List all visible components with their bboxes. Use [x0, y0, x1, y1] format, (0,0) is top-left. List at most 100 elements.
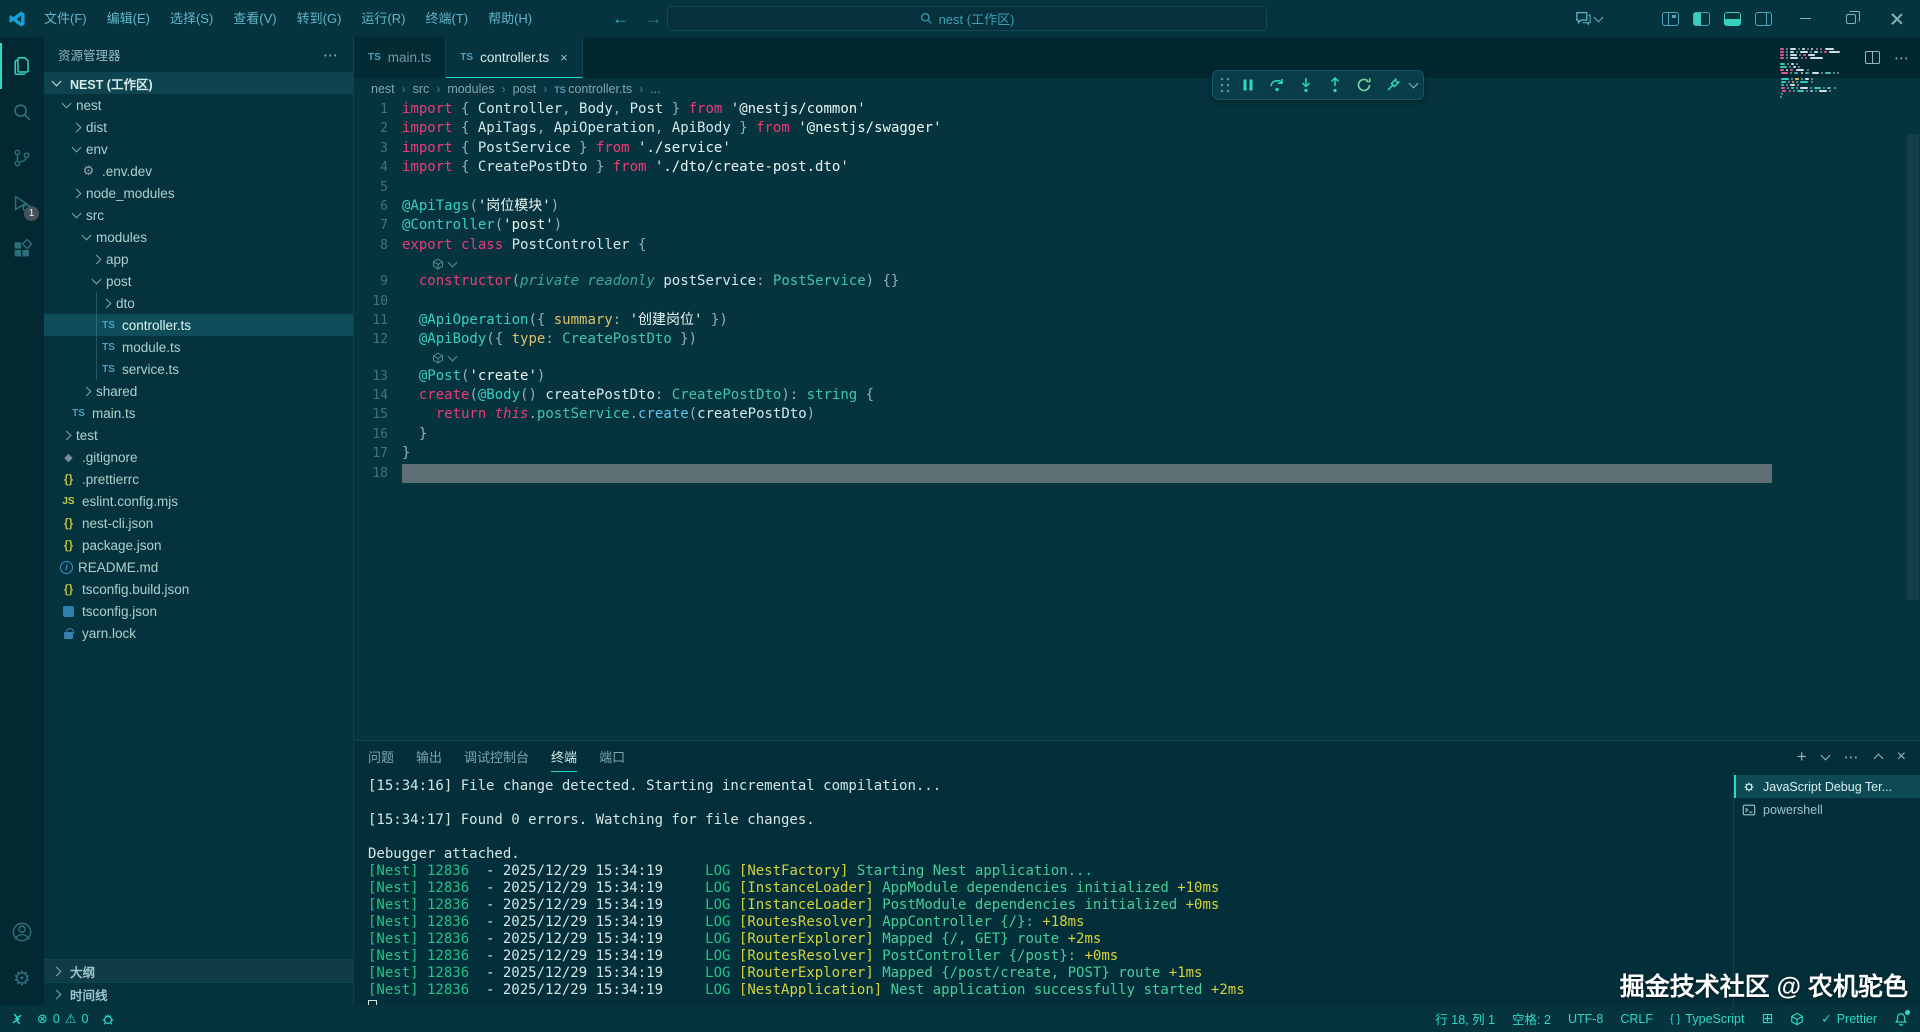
step-into-button[interactable]: [1294, 73, 1318, 97]
chevron-down-icon[interactable]: [1409, 79, 1419, 89]
source-control-icon[interactable]: [0, 135, 44, 181]
close-button[interactable]: [1874, 0, 1920, 37]
tree-item-post[interactable]: post: [44, 270, 353, 292]
menu-item-7[interactable]: 帮助(H): [478, 0, 542, 37]
search-icon[interactable]: [0, 89, 44, 135]
minimap[interactable]: [1780, 48, 1884, 102]
tree-item-src[interactable]: src: [44, 204, 353, 226]
explorer-icon[interactable]: [0, 43, 44, 89]
maximize-panel-icon[interactable]: [1873, 753, 1883, 763]
disconnect-button[interactable]: [1381, 73, 1405, 97]
copilot-chat-button[interactable]: [1575, 11, 1602, 26]
menu-item-6[interactable]: 终端(T): [415, 0, 478, 37]
workspace-section-header[interactable]: NEST (工作区): [44, 72, 353, 94]
explorer-more-actions-icon[interactable]: ⋯: [323, 46, 339, 64]
panel-tab-2[interactable]: 调试控制台: [464, 741, 529, 772]
menu-item-0[interactable]: 文件(F): [34, 0, 97, 37]
tree-item-service.ts[interactable]: TSservice.ts: [44, 358, 353, 380]
minimize-button[interactable]: [1782, 0, 1828, 37]
settings-gear-icon[interactable]: ⚙: [0, 955, 44, 1001]
customize-layout-button[interactable]: [1662, 12, 1679, 26]
menu-item-2[interactable]: 选择(S): [160, 0, 223, 37]
tree-item-modules[interactable]: modules: [44, 226, 353, 248]
debug-status-icon[interactable]: [101, 1012, 115, 1026]
restart-button[interactable]: [1352, 73, 1376, 97]
outline-section[interactable]: 大纲: [44, 959, 353, 982]
code-editor[interactable]: 1import { Controller, Body, Post } from …: [354, 100, 1920, 740]
close-tab-icon[interactable]: ×: [560, 50, 568, 65]
breadcrumb-item-5[interactable]: ...: [650, 82, 660, 96]
step-out-button[interactable]: [1323, 73, 1347, 97]
extensions-icon[interactable]: [0, 227, 44, 273]
tree-item-package.json[interactable]: {}package.json: [44, 534, 353, 556]
tree-item-dto[interactable]: dto: [44, 292, 353, 314]
remote-indicator[interactable]: [10, 1012, 24, 1026]
indentation[interactable]: 空格: 2: [1512, 1009, 1551, 1028]
tab-controller-ts[interactable]: TS controller.ts ×: [446, 37, 582, 78]
grid-status-icon[interactable]: ⊞: [1761, 1010, 1773, 1027]
tree-item-dist[interactable]: dist: [44, 116, 353, 138]
toggle-secondary-sidebar-button[interactable]: [1755, 12, 1772, 26]
notifications-bell[interactable]: [1894, 1012, 1908, 1026]
tab-main-ts[interactable]: TS main.ts: [354, 37, 446, 78]
encoding[interactable]: UTF-8: [1568, 1012, 1603, 1026]
tree-item-nest[interactable]: nest: [44, 94, 353, 116]
tree-item-.gitignore[interactable]: ◆.gitignore: [44, 446, 353, 468]
tree-item-README.md[interactable]: iREADME.md: [44, 556, 353, 578]
panel-more-actions-icon[interactable]: ⋯: [1844, 748, 1860, 766]
step-over-button[interactable]: [1265, 73, 1289, 97]
menu-item-1[interactable]: 编辑(E): [97, 0, 160, 37]
editor-more-actions-icon[interactable]: ⋯: [1894, 49, 1910, 67]
tree-item-test[interactable]: test: [44, 424, 353, 446]
breadcrumb-item-2[interactable]: modules: [447, 82, 494, 96]
new-terminal-icon[interactable]: +: [1797, 747, 1807, 767]
restore-button[interactable]: [1828, 0, 1874, 37]
breadcrumb-item-1[interactable]: src: [413, 82, 430, 96]
panel-tab-3[interactable]: 终端: [551, 741, 577, 772]
breadcrumb-item-0[interactable]: nest: [371, 82, 395, 96]
ai-inline-decoration[interactable]: [354, 350, 1920, 367]
tree-item-main.ts[interactable]: TSmain.ts: [44, 402, 353, 424]
tree-item-tsconfig.build.json[interactable]: {}tsconfig.build.json: [44, 578, 353, 600]
tree-item-eslint.config.mjs[interactable]: JSeslint.config.mjs: [44, 490, 353, 512]
cursor-position[interactable]: 行 18, 列 1: [1435, 1009, 1495, 1028]
terminal-list-item-0[interactable]: JavaScript Debug Ter...: [1734, 775, 1920, 798]
close-panel-icon[interactable]: ×: [1897, 748, 1906, 766]
menu-item-4[interactable]: 转到(G): [287, 0, 352, 37]
timeline-section[interactable]: 时间线: [44, 982, 353, 1005]
pause-button[interactable]: [1236, 73, 1260, 97]
tree-item-yarn.lock[interactable]: yarn.lock: [44, 622, 353, 644]
menu-item-3[interactable]: 查看(V): [223, 0, 286, 37]
formatter-status[interactable]: ✓ Prettier: [1821, 1011, 1877, 1026]
tree-item-controller.ts[interactable]: TScontroller.ts: [44, 314, 353, 336]
account-icon[interactable]: [0, 909, 44, 955]
tree-item-.prettierrc[interactable]: {}.prettierrc: [44, 468, 353, 490]
menu-item-5[interactable]: 运行(R): [351, 0, 415, 37]
nav-back-arrow[interactable]: ←: [612, 9, 629, 29]
nav-forward-arrow[interactable]: →: [645, 9, 662, 29]
toggle-sidebar-button[interactable]: [1693, 12, 1710, 26]
panel-tab-0[interactable]: 问题: [368, 741, 394, 772]
tree-item-tsconfig.json[interactable]: tsconfig.json: [44, 600, 353, 622]
eol-sequence[interactable]: CRLF: [1620, 1012, 1653, 1026]
terminal-view[interactable]: [15:34:16] File change detected. Startin…: [354, 772, 1920, 1005]
toggle-panel-button[interactable]: [1724, 12, 1741, 26]
tree-item-shared[interactable]: shared: [44, 380, 353, 402]
tree-item-nodemodules[interactable]: node_modules: [44, 182, 353, 204]
panel-tab-4[interactable]: 端口: [599, 741, 625, 772]
tree-item-env[interactable]: env: [44, 138, 353, 160]
problems-status[interactable]: ⊗ 0 ⚠ 0: [37, 1011, 88, 1027]
tree-item-app[interactable]: app: [44, 248, 353, 270]
tree-item-.env.dev[interactable]: ⚙.env.dev: [44, 160, 353, 182]
run-debug-icon[interactable]: 1: [0, 181, 44, 227]
tree-item-nest-cli.json[interactable]: {}nest-cli.json: [44, 512, 353, 534]
drag-handle-icon[interactable]: [1219, 76, 1231, 94]
terminal-list-item-1[interactable]: powershell: [1734, 798, 1920, 821]
ai-inline-decoration[interactable]: [354, 255, 1920, 272]
tree-item-module.ts[interactable]: TSmodule.ts: [44, 336, 353, 358]
ai-assistant-icon[interactable]: [1790, 1012, 1804, 1026]
breadcrumb-item-4[interactable]: TS controller.ts: [554, 82, 632, 96]
terminal-launch-dropdown-icon[interactable]: [1820, 750, 1830, 760]
editor-scrollbar[interactable]: [1907, 134, 1919, 600]
language-mode[interactable]: { } TypeScript: [1670, 1012, 1744, 1026]
